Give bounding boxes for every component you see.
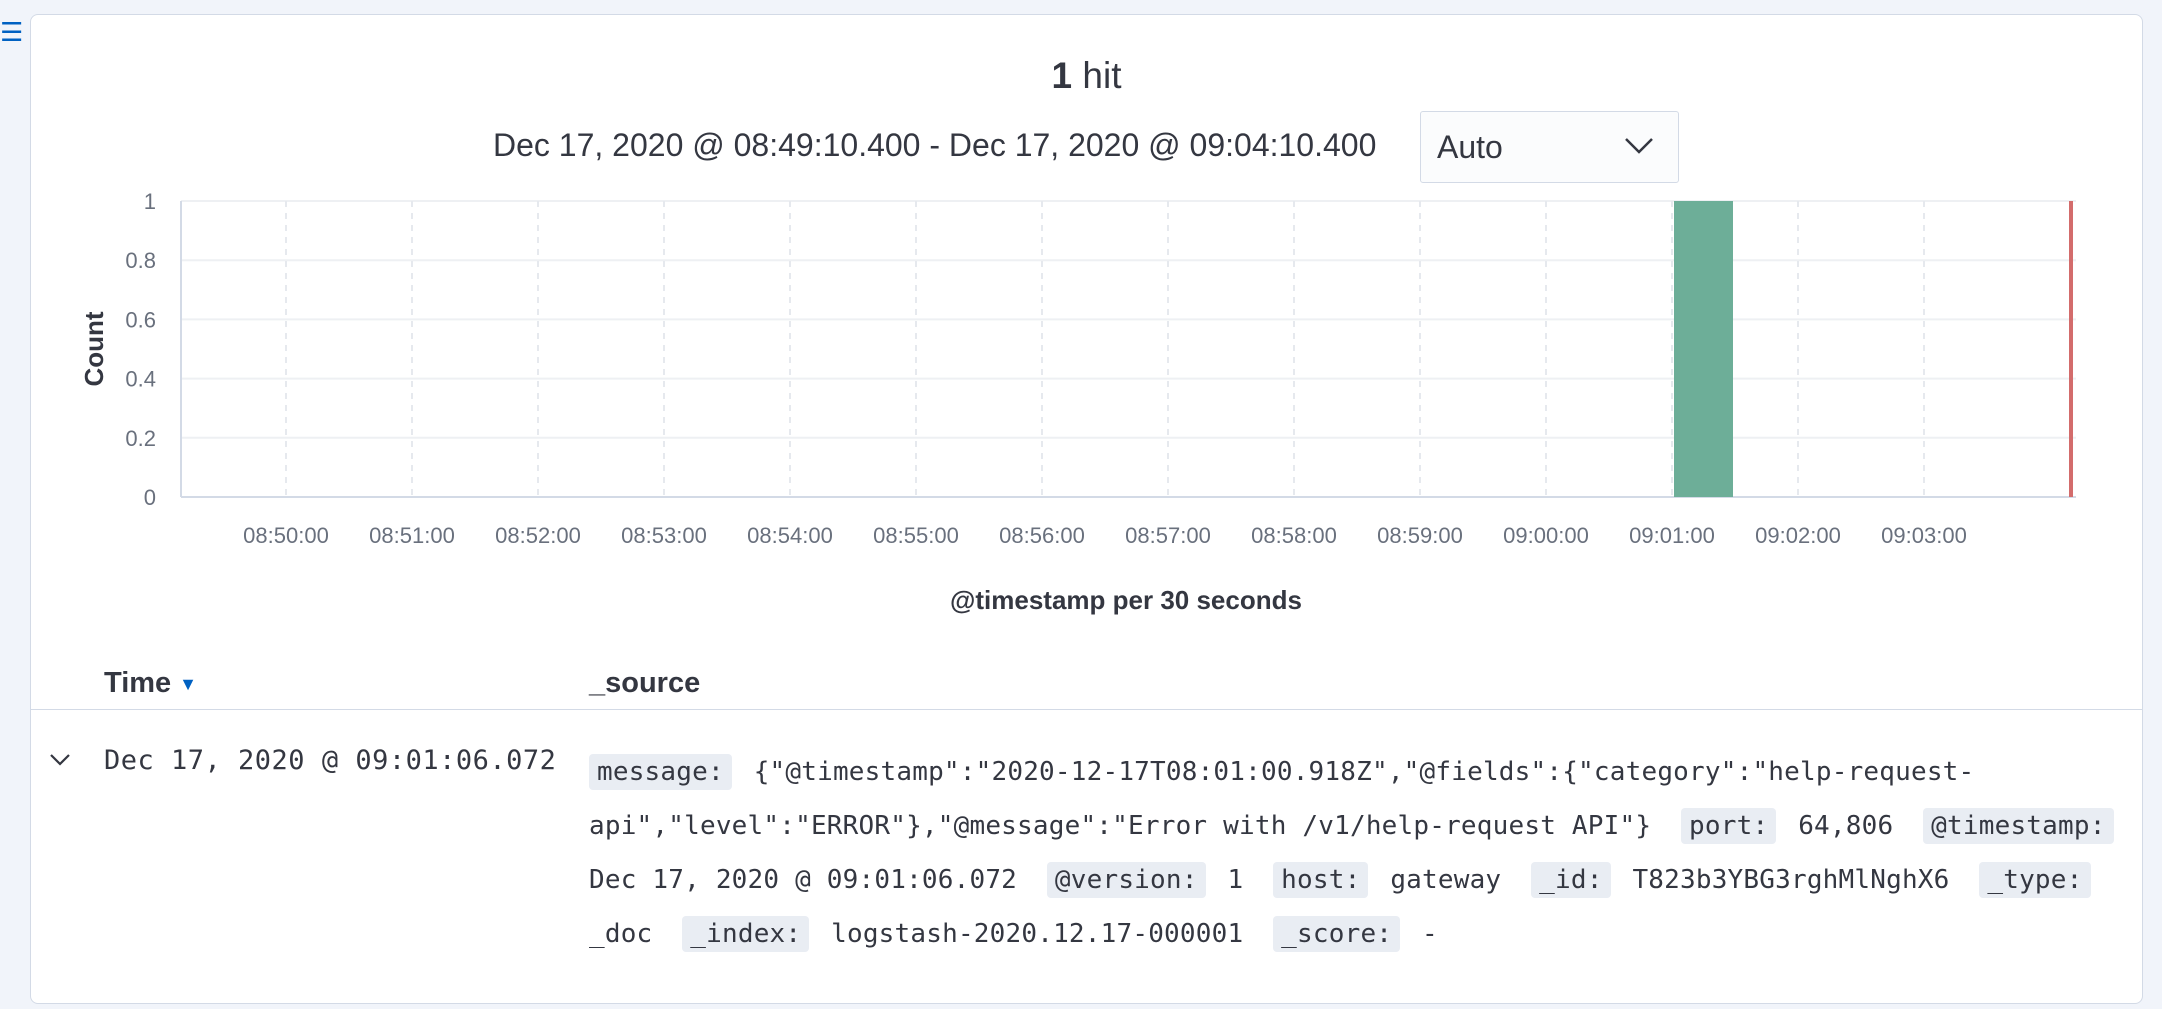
x-tick-label: 08:54:00 <box>747 523 833 548</box>
x-tick-label: 08:52:00 <box>495 523 581 548</box>
x-tick-label: 09:01:00 <box>1629 523 1715 548</box>
row-source: message: {"@timestamp":"2020-12-17T08:01… <box>589 745 2129 961</box>
source-field-key: _index: <box>682 916 810 952</box>
y-tick-label: 0.6 <box>125 307 156 332</box>
sort-descending-icon[interactable]: ▼ <box>179 674 197 694</box>
x-tick-label: 08:57:00 <box>1125 523 1211 548</box>
table-header: Time ▼ _source <box>31 655 2142 710</box>
x-tick-label: 09:02:00 <box>1755 523 1841 548</box>
x-tick-label: 08:59:00 <box>1377 523 1463 548</box>
y-tick-label: 0 <box>144 485 156 510</box>
x-tick-label: 09:03:00 <box>1881 523 1967 548</box>
column-header-time-label: Time <box>104 667 172 699</box>
source-field-value: T823b3YBG3rghMlNghX6 <box>1632 865 1950 895</box>
y-axis-label: Count <box>79 311 109 386</box>
y-tick-label: 0.4 <box>125 367 156 392</box>
source-field-key: _type: <box>1979 862 2091 898</box>
x-tick-label: 08:58:00 <box>1251 523 1337 548</box>
source-field-value: - <box>1422 919 1438 949</box>
source-field-key: _id: <box>1531 862 1611 898</box>
source-field-value: logstash-2020.12.17-000001 <box>831 919 1244 949</box>
source-field-value: gateway <box>1390 865 1502 895</box>
expand-row-chevron-icon[interactable] <box>45 745 75 775</box>
x-tick-label: 08:53:00 <box>621 523 707 548</box>
x-tick-label: 08:55:00 <box>873 523 959 548</box>
discover-panel: 1 hit Dec 17, 2020 @ 08:49:10.400 - Dec … <box>30 14 2143 1004</box>
histogram-chart[interactable]: 0 0.2 0.4 0.6 0.8 1 08:50:00 08:51:00 08:52:00 08… <box>31 15 2131 615</box>
source-field-value: 64,806 <box>1798 811 1894 841</box>
x-tick-label: 09:00:00 <box>1503 523 1589 548</box>
x-tick-label: 08:56:00 <box>999 523 1085 548</box>
y-tick-label: 0.2 <box>125 426 156 451</box>
source-field-key: host: <box>1273 862 1369 898</box>
column-header-time[interactable]: Time ▼ <box>104 667 197 700</box>
y-tick-label: 1 <box>144 189 156 214</box>
source-field-key: _score: <box>1273 916 1401 952</box>
y-tick-label: 0.8 <box>125 248 156 273</box>
source-field-value: _doc <box>589 919 653 949</box>
source-field-key: port: <box>1681 808 1777 844</box>
row-timestamp: Dec 17, 2020 @ 09:01:06.072 <box>104 745 557 776</box>
source-field-key: @timestamp: <box>1923 808 2114 844</box>
table-row: Dec 17, 2020 @ 09:01:06.072 message: {"@… <box>31 709 2142 1009</box>
source-field-key: message: <box>589 754 732 790</box>
source-field-value: Dec 17, 2020 @ 09:01:06.072 <box>589 865 1018 895</box>
x-axis-label: @timestamp per 30 seconds <box>950 585 1302 615</box>
source-field-key: @version: <box>1046 862 1206 898</box>
column-header-source: _source <box>589 667 701 699</box>
menu-icon[interactable]: ☰ <box>0 19 23 45</box>
x-tick-label: 08:51:00 <box>369 523 455 548</box>
source-field-value: 1 <box>1227 865 1244 895</box>
x-tick-label: 08:50:00 <box>243 523 329 548</box>
histogram-bar <box>1674 201 1733 497</box>
